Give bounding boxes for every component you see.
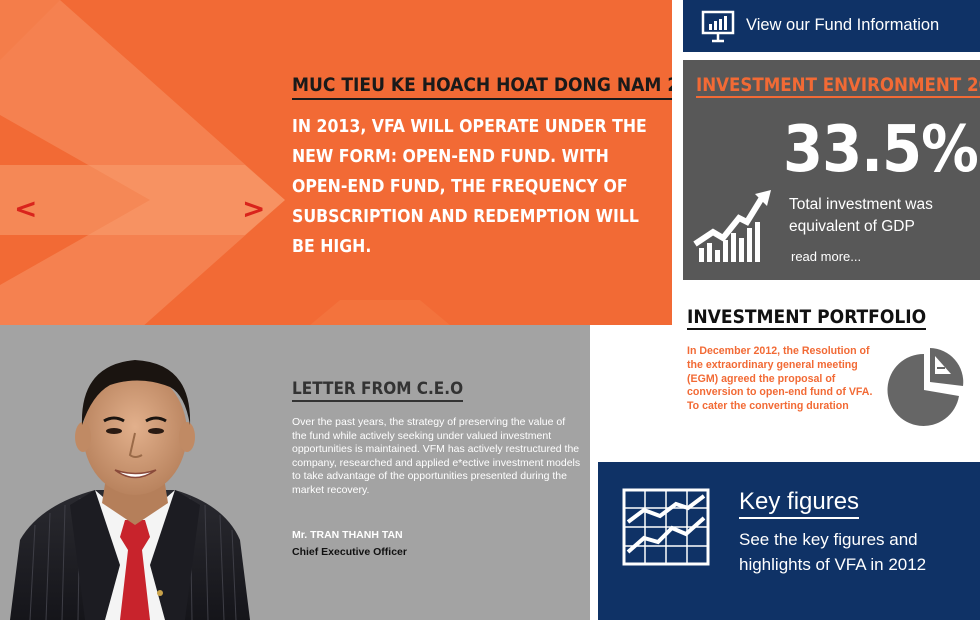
- key-figures-panel[interactable]: Key figures See the key figures and high…: [598, 462, 980, 620]
- read-more-link[interactable]: read more...: [791, 249, 861, 264]
- rising-chart-icon: [693, 190, 771, 262]
- investment-portfolio-title[interactable]: INVESTMENT PORTFOLIO: [687, 306, 927, 330]
- investment-environment-title: INVESTMENT ENVIRONMENT 2012: [696, 75, 980, 98]
- hero-title: MUC TIEU KE HOACH HOAT DONG NAM 2013: [292, 74, 672, 100]
- key-figures-title[interactable]: Key figures: [739, 488, 860, 519]
- key-figures-description: See the key figures and highlights of VF…: [739, 530, 927, 574]
- line-graph-icon: [622, 488, 710, 566]
- investment-environment-description: Total investment was equivalent of GDP: [789, 196, 933, 235]
- ceo-role: Chief Executive Officer: [292, 546, 407, 558]
- ceo-name: Mr. TRAN THANH TAN: [292, 529, 403, 541]
- investment-percentage: 33.5%: [783, 113, 979, 187]
- pie-chart-icon: [887, 348, 964, 426]
- ceo-letter-title[interactable]: LETTER FROM C.E.O: [292, 379, 464, 402]
- fund-information-button[interactable]: View our Fund Information: [683, 0, 980, 52]
- slider-next-button[interactable]: >: [242, 194, 265, 224]
- investment-environment-panel: INVESTMENT ENVIRONMENT 2012 33.5% Total …: [683, 60, 980, 280]
- ceo-letter-text: Over the past years, the strategy of pre…: [292, 416, 581, 496]
- presentation-board-icon: [701, 10, 735, 43]
- slider-prev-button[interactable]: <: [14, 194, 37, 224]
- ceo-letter-section: LETTER FROM C.E.O Over the past years, t…: [0, 325, 590, 620]
- hero-banner: MUC TIEU KE HOACH HOAT DONG NAM 2013 IN …: [0, 0, 672, 325]
- investment-portfolio-panel: INVESTMENT PORTFOLIO In December 2012, t…: [683, 290, 980, 450]
- ceo-portrait: [10, 360, 250, 620]
- hero-text: IN 2013, VFA WILL OPERATE UNDER THE NEW …: [292, 117, 647, 257]
- investment-portfolio-text: In December 2012, the Resolution of the …: [687, 345, 873, 413]
- fund-information-label: View our Fund Information: [746, 16, 940, 34]
